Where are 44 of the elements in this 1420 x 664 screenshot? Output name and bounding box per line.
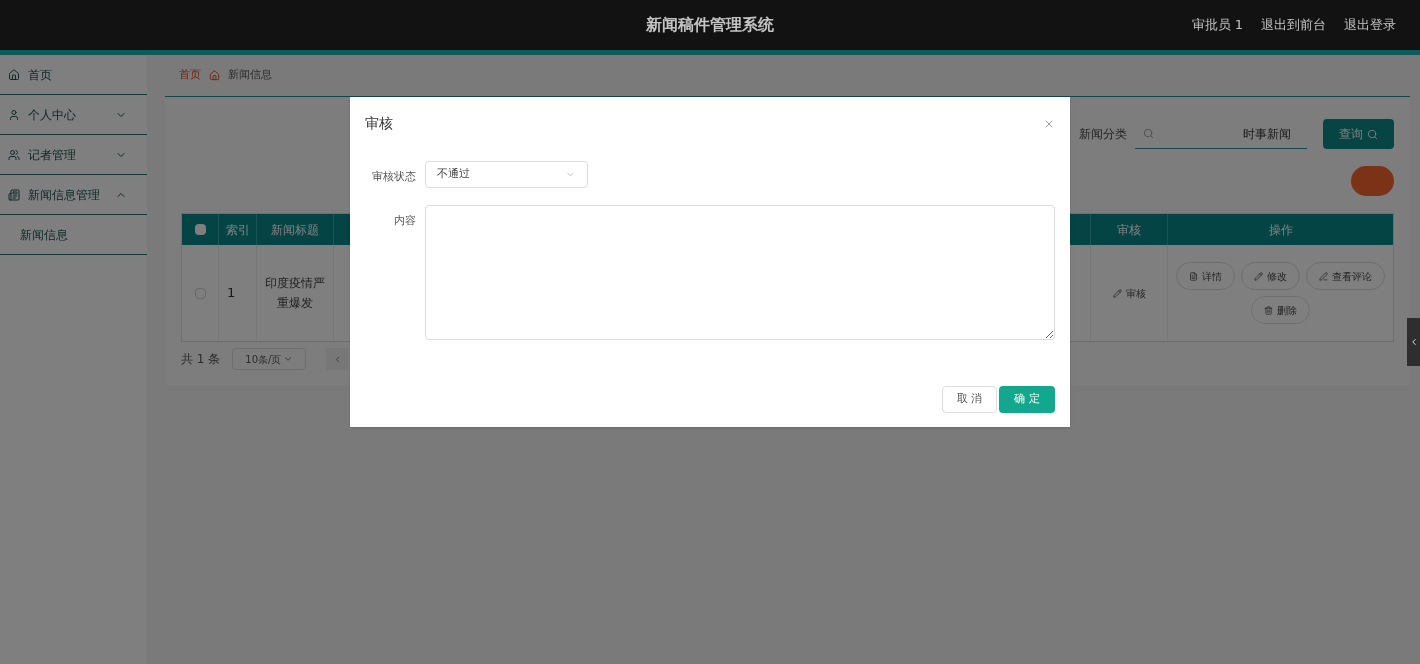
add-button[interactable] [1351,166,1394,196]
field-label: 内容 [394,214,416,227]
table-cell-text: 1 [227,284,236,303]
previous-page-button[interactable] [326,348,349,370]
header-link[interactable]: 退出到前台 [1261,15,1326,35]
cancel-button[interactable]: 取 消 [942,386,997,413]
pencil-icon [1254,271,1263,281]
menu-icon [8,68,20,81]
document-icon [1189,271,1198,281]
breadcrumb-link[interactable]: 首页 [179,67,201,84]
content-textarea[interactable] [425,205,1055,340]
review-link[interactable]: 审核 [1112,285,1146,301]
search-button[interactable]: 查询 [1323,119,1394,149]
field-label: 新闻分类 [1079,126,1127,143]
pencil-icon [1112,288,1122,298]
total-count: 共 1 条 [181,351,221,368]
header-link[interactable]: 审批员 1 [1191,15,1243,35]
drawer-tab[interactable] [1407,318,1420,366]
breadcrumb-current: 新闻信息 [228,67,272,84]
search-icon [1143,128,1154,139]
sidebar-item[interactable]: 新闻信息管理 [0,175,147,215]
menu-icon [8,108,20,121]
select-all-checkbox[interactable] [194,224,206,235]
header-link[interactable]: 退出登录 [1344,15,1396,35]
search-icon [1367,128,1378,140]
chevron-down-icon [283,354,294,364]
search-field[interactable]: 时事新闻 [1135,119,1307,149]
sidebar-item[interactable]: 个人中心 [0,95,147,135]
dialog-title: 审核 [365,114,393,133]
column-header: 操作 [1267,221,1294,239]
confirm-button[interactable]: 确 定 [999,386,1055,413]
app-title: 新闻稿件管理系统 [646,14,774,36]
table-cell-text: 印度疫情严重爆发 [265,275,325,312]
edit-icon [1319,271,1328,281]
home-icon [209,70,220,81]
field-label: 审核状态 [372,170,416,183]
sidebar-subitem[interactable]: 新闻信息 [0,215,147,255]
page-size-select[interactable]: 10条/页 [232,348,307,370]
row-checkbox[interactable] [194,287,206,299]
status-select[interactable]: 不通过 [425,161,588,188]
sidebar-item[interactable]: 记者管理 [0,135,147,175]
menu-icon [8,188,20,201]
menu-icon [8,148,20,161]
trash-icon [1264,305,1273,315]
